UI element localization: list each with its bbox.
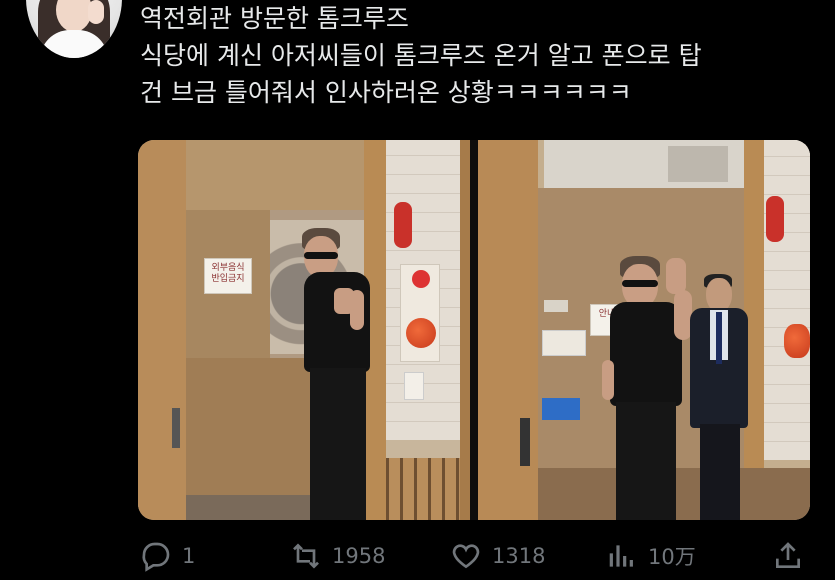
retweet-icon xyxy=(290,540,322,572)
reply-count: 1 xyxy=(182,544,196,568)
tweet-text: 역전회관 방문한 톰크루즈 식당에 계신 아저씨들이 톰크루즈 온거 알고 폰으… xyxy=(140,0,820,111)
views-button[interactable]: 10万 xyxy=(606,536,696,576)
reply-icon xyxy=(140,540,172,572)
tweet-text-line: 역전회관 방문한 톰크루즈 xyxy=(140,4,409,33)
tweet-media[interactable]: 외부음식 반입금지 안내 xyxy=(138,140,810,520)
tweet-text-line: 건 브금 틀어줘서 인사하러온 상황ㅋㅋㅋㅋㅋㅋ xyxy=(140,78,632,107)
reply-button[interactable]: 1 xyxy=(140,536,195,576)
share-button[interactable] xyxy=(772,536,804,576)
tweet-action-bar: 1 1958 1318 10万 xyxy=(138,536,810,576)
retweet-count: 1958 xyxy=(332,544,386,568)
like-count: 1318 xyxy=(492,544,546,568)
share-icon xyxy=(772,540,804,572)
photo-right[interactable]: 안내 xyxy=(478,140,810,520)
avatar-hand xyxy=(88,0,104,24)
photo-left[interactable]: 외부음식 반입금지 xyxy=(138,140,470,520)
heart-icon xyxy=(450,540,482,572)
tweet-text-line: 식당에 계신 아저씨들이 톰크루즈 온거 알고 폰으로 탑 xyxy=(140,41,702,70)
avatar[interactable] xyxy=(26,0,122,58)
views-icon xyxy=(606,540,638,572)
retweet-button[interactable]: 1958 xyxy=(290,536,385,576)
no-outside-food-sign: 외부음식 반입금지 xyxy=(204,258,252,294)
views-count: 10万 xyxy=(648,545,696,569)
like-button[interactable]: 1318 xyxy=(450,536,545,576)
